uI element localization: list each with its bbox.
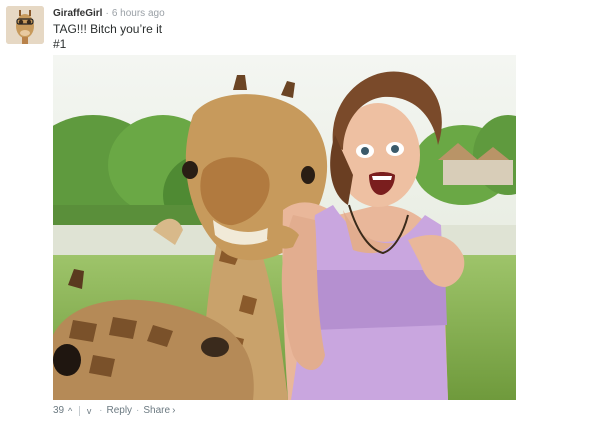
share-chevron-icon: › [172, 405, 176, 416]
comment-footer: 39 ^ v · Reply · Share › [53, 405, 175, 417]
comment-line: TAG!!! Bitch you’re it [53, 22, 163, 36]
comment-meta: GiraffeGirl · 6 hours ago [53, 8, 165, 20]
meta-separator: · [105, 8, 109, 19]
footer-separator: · [99, 405, 103, 416]
comment-line: #1 [53, 37, 67, 51]
footer-separator: · [136, 405, 140, 416]
comment-post: GiraffeGirl · 6 hours ago TAG!!! Bitch you… [0, 0, 600, 429]
upvote-icon[interactable]: ^ [64, 405, 76, 417]
reply-button[interactable]: Reply [106, 405, 132, 417]
timestamp[interactable]: 6 hours ago [112, 8, 165, 19]
comment-body: TAG!!! Bitch you’re it #1 [53, 22, 162, 52]
downvote-icon[interactable]: v [83, 405, 95, 417]
photo-giraffe-woman-icon [53, 55, 516, 400]
vote-count: 39 [53, 405, 65, 416]
vote-divider [79, 406, 81, 416]
comment-photo[interactable] [53, 55, 516, 400]
vote-controls: ^ v [64, 405, 95, 417]
share-button[interactable]: Share [143, 405, 170, 417]
giraffe-avatar-icon [6, 6, 44, 44]
author-name[interactable]: GiraffeGirl [53, 8, 102, 19]
avatar[interactable] [6, 6, 44, 44]
